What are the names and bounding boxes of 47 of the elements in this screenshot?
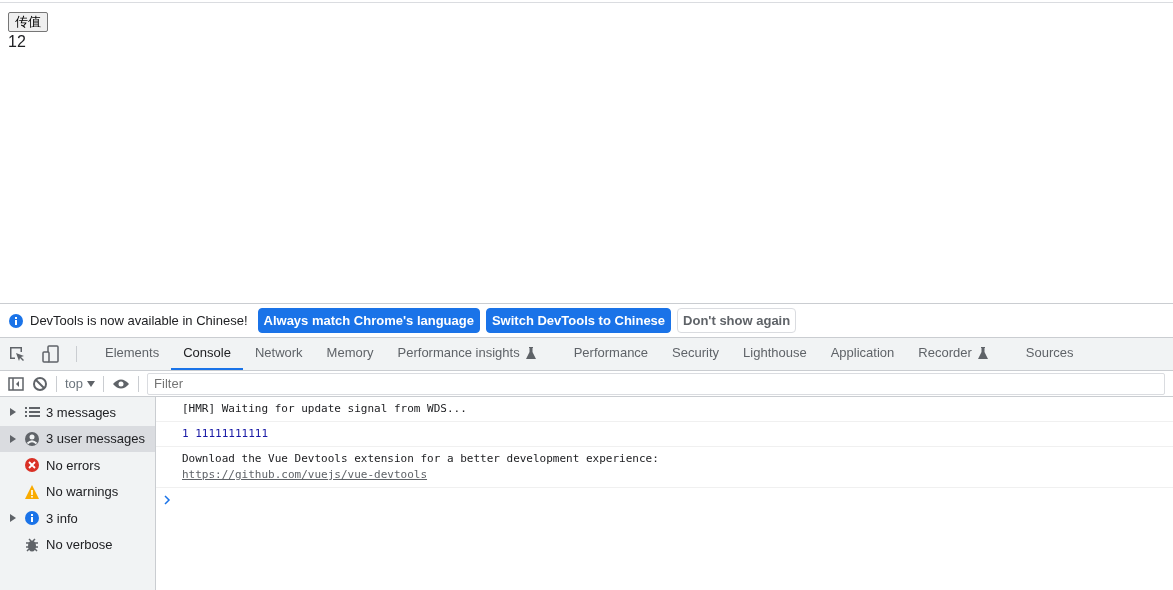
console-link[interactable]: https://github.com/vuejs/vue-devtools	[182, 468, 428, 481]
pass-value-button[interactable]: 传值	[8, 12, 48, 32]
info-message: DevTools is now available in Chinese!	[30, 311, 248, 330]
expand-arrow-icon[interactable]	[10, 514, 16, 523]
devtools-tab[interactable]: Network	[242, 338, 315, 370]
sidebar-item[interactable]: 3 user messages	[0, 425, 155, 452]
inspect-icon[interactable]	[8, 345, 26, 363]
sidebar-item[interactable]: 3 messages	[0, 399, 155, 426]
devtools-tab[interactable]: Elements	[93, 338, 172, 370]
devtools-tab[interactable]: Console	[171, 338, 243, 370]
sidebar-item[interactable]: No errors	[0, 452, 155, 479]
expand-arrow-icon[interactable]	[10, 408, 16, 417]
bug-icon	[24, 536, 40, 553]
devtools-tab[interactable]: Recorder	[906, 338, 1014, 370]
sidebar-toggle-icon[interactable]	[8, 376, 24, 391]
expand-arrow-icon[interactable]	[10, 434, 16, 443]
filter-field[interactable]: Filter	[147, 372, 1165, 395]
devtools-tab[interactable]: Security	[660, 338, 732, 370]
infobar-button[interactable]: Switch DevTools to Chinese	[485, 307, 672, 334]
infobar-button[interactable]: Don't show again	[677, 307, 797, 334]
clear-icon[interactable]	[32, 375, 48, 392]
info-icon	[24, 510, 40, 527]
user-icon	[24, 430, 40, 447]
output-text: 12	[8, 31, 27, 51]
error-icon	[24, 457, 40, 474]
devtools-tab[interactable]: Performance	[561, 338, 661, 370]
devtools-tab[interactable]: Application	[818, 338, 907, 370]
sidebar-item[interactable]: 3 info	[0, 505, 155, 532]
devtools-tab[interactable]: Lighthouse	[731, 338, 819, 370]
devtools-tab[interactable]: Performance insights	[385, 338, 562, 370]
flask-icon	[525, 347, 536, 359]
caret-icon	[87, 380, 96, 387]
eye-icon[interactable]	[112, 377, 131, 390]
prompt-icon[interactable]	[164, 495, 172, 505]
console-message: [HMR] Waiting for update signal from WDS...	[182, 401, 468, 417]
sidebar-item[interactable]: No verbose	[0, 531, 155, 558]
warning-icon	[24, 483, 40, 500]
flask-icon	[977, 347, 988, 359]
infobar-button[interactable]: Always match Chrome's language	[257, 307, 480, 334]
info-icon	[8, 312, 24, 329]
devtools-tab[interactable]: Sources	[1013, 338, 1086, 370]
device-icon[interactable]	[42, 345, 60, 363]
devtools-tab[interactable]: Memory	[314, 338, 386, 370]
sidebar-item[interactable]: No warnings	[0, 478, 155, 505]
context-dropdown[interactable]: top	[65, 373, 96, 394]
console-message: Download the Vue Devtools extension for a better development experience:	[182, 451, 660, 467]
console-message: 1 11111111111	[182, 426, 270, 442]
